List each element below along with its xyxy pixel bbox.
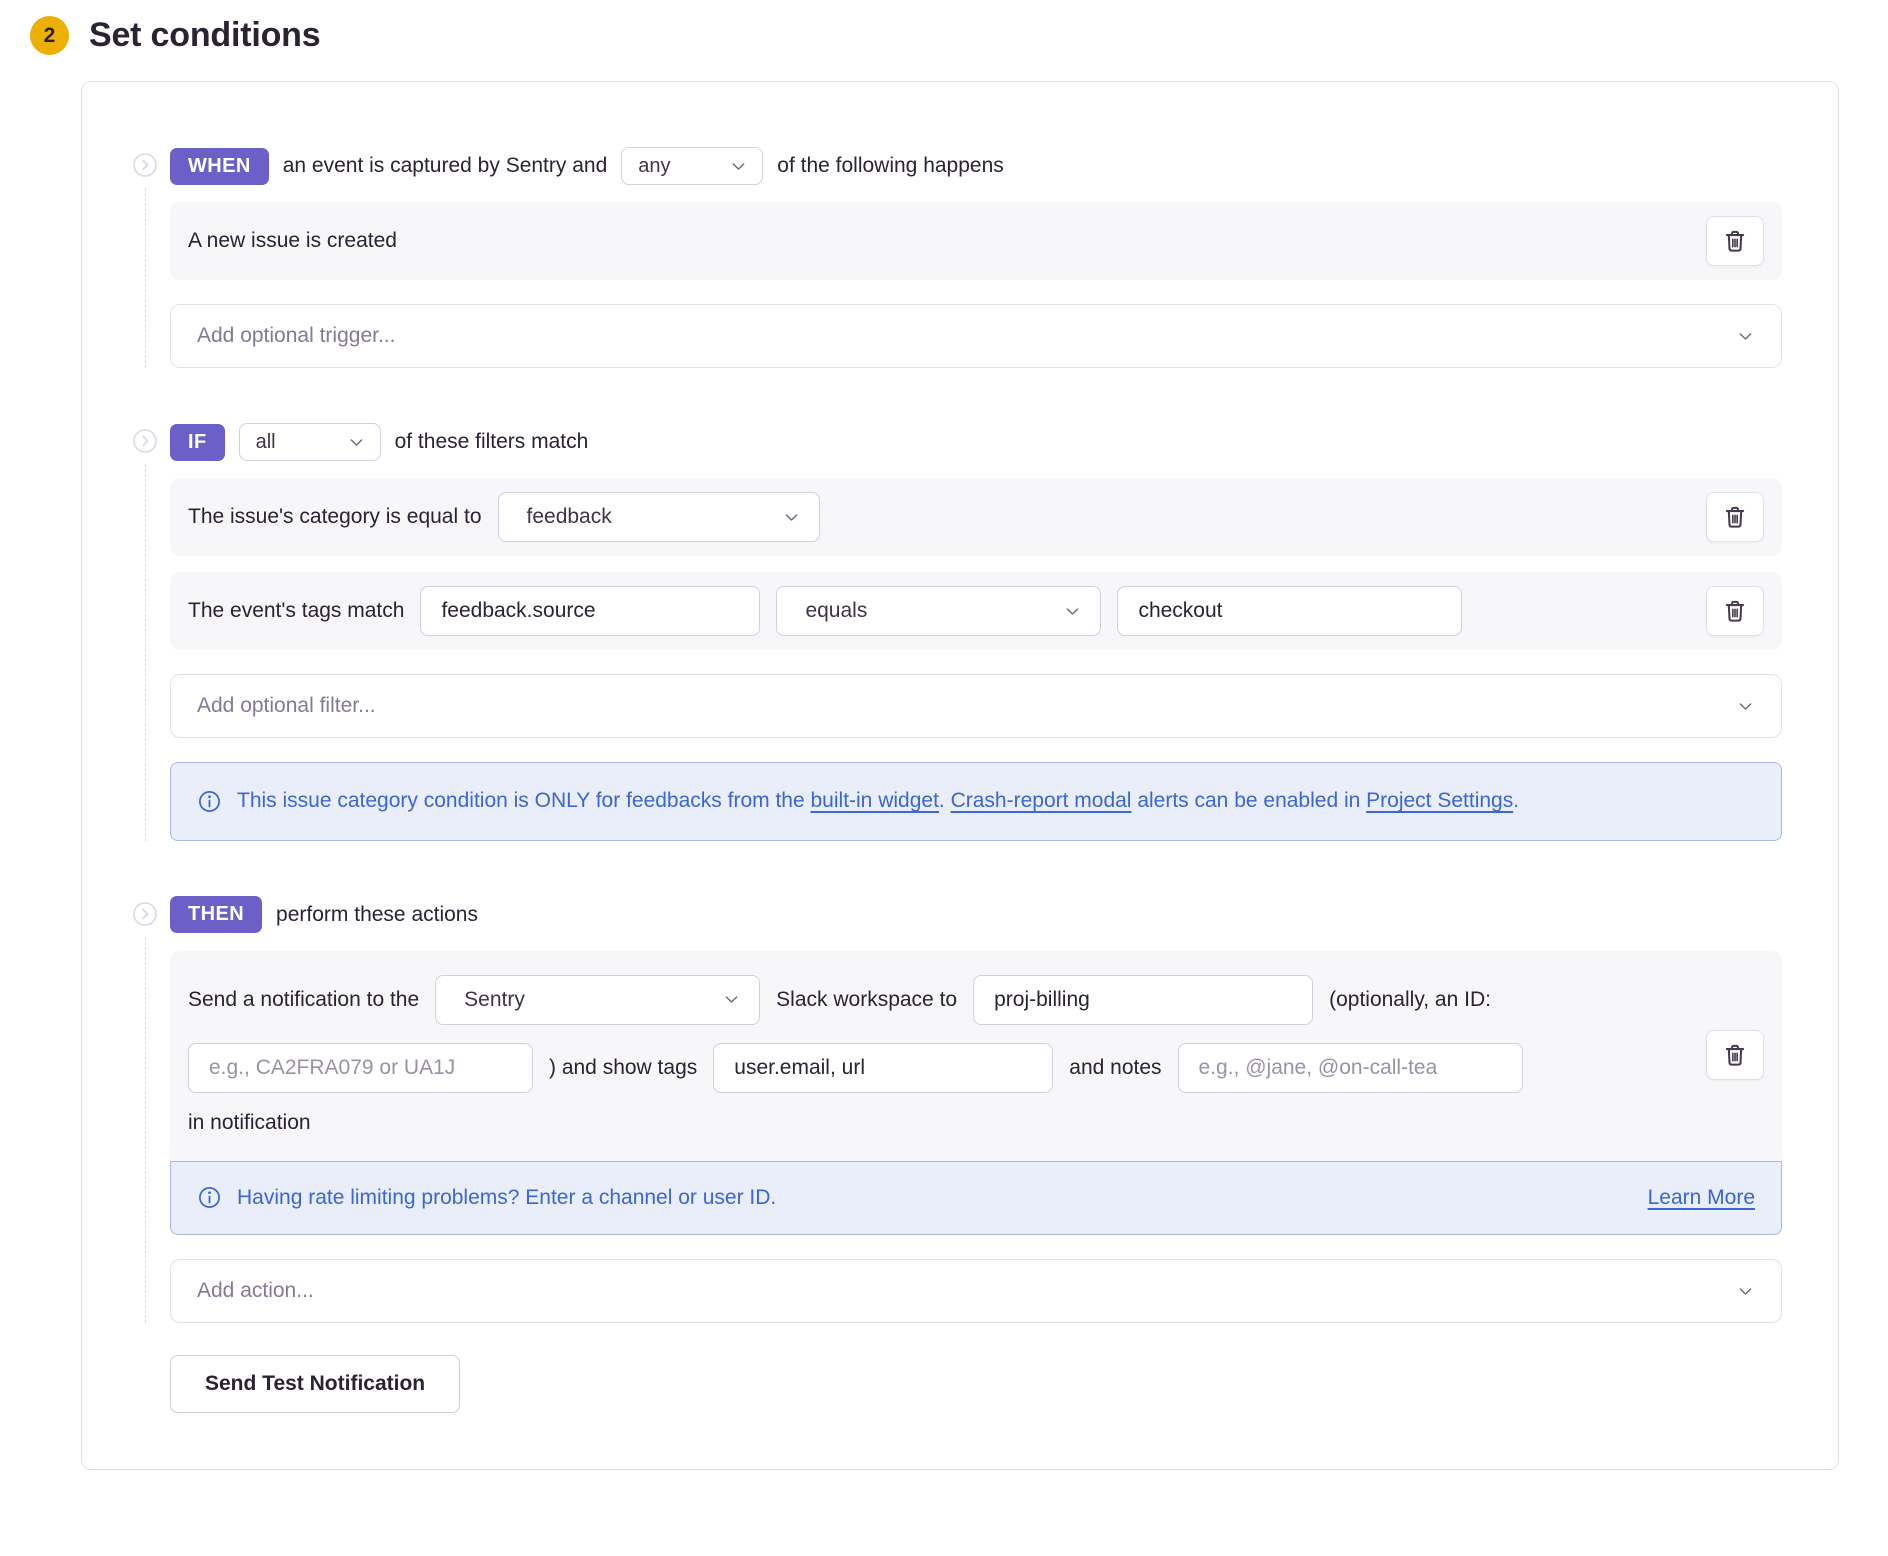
rate-limit-alert: Having rate limiting problems? Enter a c… xyxy=(170,1161,1782,1236)
notes-input[interactable] xyxy=(1178,1043,1523,1093)
rail-connector-line xyxy=(145,464,146,841)
action-text-1: Send a notification to the xyxy=(188,988,419,1012)
alert-text: . xyxy=(939,789,951,812)
add-action-select[interactable]: Add action... xyxy=(170,1259,1782,1323)
chevron-down-icon xyxy=(1063,602,1082,621)
if-rail xyxy=(132,422,158,841)
category-info-text: This issue category condition is ONLY fo… xyxy=(237,785,1519,818)
if-section: IF all of these filters match The issue'… xyxy=(132,422,1782,841)
action-text-3: (optionally, an ID: xyxy=(1329,988,1491,1012)
trash-icon xyxy=(1722,1042,1748,1068)
set-conditions-page: 2 Set conditions WHEN an event is captur… xyxy=(0,0,1888,1500)
if-label-suffix: of these filters match xyxy=(395,430,589,454)
trigger-condition-row: A new issue is created xyxy=(170,202,1782,280)
chevron-right-circle-icon xyxy=(132,901,158,927)
when-label-prefix: an event is captured by Sentry and xyxy=(283,154,608,178)
rate-limit-text: Having rate limiting problems? Enter a c… xyxy=(237,1182,776,1215)
chevron-down-icon xyxy=(729,157,748,176)
slack-action-fields: Send a notification to the Sentry Slack … xyxy=(188,975,1688,1135)
tags-to-show-input[interactable] xyxy=(713,1043,1053,1093)
rail-connector-line xyxy=(145,937,146,1324)
add-filter-placeholder: Add optional filter... xyxy=(197,694,376,718)
when-label-suffix: of the following happens xyxy=(777,154,1004,178)
rail-connector-line xyxy=(145,188,146,368)
filter-category-text: The issue's category is equal to xyxy=(188,505,482,529)
then-section: THEN perform these actions Send a notifi… xyxy=(132,895,1782,1324)
when-section: WHEN an event is captured by Sentry and … xyxy=(132,146,1782,368)
tag-value-input[interactable] xyxy=(1117,586,1462,636)
if-badge: IF xyxy=(170,424,225,461)
slack-action-row: Send a notification to the Sentry Slack … xyxy=(170,951,1782,1161)
chevron-down-icon xyxy=(1736,697,1755,716)
if-match-select[interactable]: all xyxy=(239,423,381,461)
channel-input[interactable] xyxy=(973,975,1313,1025)
learn-more-link[interactable]: Learn More xyxy=(1648,1182,1755,1215)
chevron-right-circle-icon xyxy=(132,428,158,454)
add-action-placeholder: Add action... xyxy=(197,1279,314,1303)
when-rail xyxy=(132,146,158,368)
filter-category-select[interactable]: feedback xyxy=(498,492,820,542)
delete-category-filter-button[interactable] xyxy=(1706,492,1764,542)
action-text-4: ) and show tags xyxy=(549,1056,697,1080)
action-text-2: Slack workspace to xyxy=(776,988,957,1012)
filter-row-category: The issue's category is equal to feedbac… xyxy=(170,478,1782,556)
tag-operator-value: equals xyxy=(805,599,867,623)
alert-text: . xyxy=(1513,789,1519,812)
when-badge: WHEN xyxy=(170,148,269,185)
trash-icon xyxy=(1722,504,1748,530)
step-number: 2 xyxy=(44,24,56,48)
crash-report-modal-link[interactable]: Crash-report modal xyxy=(951,789,1132,812)
workspace-select[interactable]: Sentry xyxy=(435,975,760,1025)
delete-trigger-button[interactable] xyxy=(1706,216,1764,266)
action-text-5: and notes xyxy=(1069,1056,1161,1080)
chevron-down-icon xyxy=(1736,1282,1755,1301)
tag-key-input[interactable] xyxy=(420,586,760,636)
chevron-down-icon xyxy=(722,990,741,1009)
then-label-suffix: perform these actions xyxy=(276,903,478,927)
add-trigger-placeholder: Add optional trigger... xyxy=(197,324,395,348)
if-label-row: IF all of these filters match xyxy=(170,422,1782,462)
filter-tags-text: The event's tags match xyxy=(188,599,404,623)
delete-action-button[interactable] xyxy=(1706,1030,1764,1080)
category-info-alert: This issue category condition is ONLY fo… xyxy=(170,762,1782,841)
delete-tags-filter-button[interactable] xyxy=(1706,586,1764,636)
page-title: Set conditions xyxy=(89,16,320,55)
tag-operator-select[interactable]: equals xyxy=(776,586,1101,636)
chevron-right-circle-icon xyxy=(132,152,158,178)
trigger-condition-text: A new issue is created xyxy=(188,229,397,253)
when-label-row: WHEN an event is captured by Sentry and … xyxy=(170,146,1782,186)
conditions-card: WHEN an event is captured by Sentry and … xyxy=(81,81,1839,1470)
project-settings-link[interactable]: Project Settings xyxy=(1366,789,1513,812)
when-frequency-select[interactable]: any xyxy=(621,147,763,185)
action-text-6: in notification xyxy=(188,1111,1688,1135)
chevron-down-icon xyxy=(1736,327,1755,346)
info-circle-icon xyxy=(197,1185,222,1210)
add-optional-trigger-select[interactable]: Add optional trigger... xyxy=(170,304,1782,368)
alert-text: alerts can be enabled in xyxy=(1131,789,1366,812)
info-circle-icon xyxy=(197,785,222,818)
then-badge: THEN xyxy=(170,896,262,933)
chevron-down-icon xyxy=(782,508,801,527)
chevron-down-icon xyxy=(347,433,366,452)
channel-id-input[interactable] xyxy=(188,1043,533,1093)
then-rail xyxy=(132,895,158,1324)
trash-icon xyxy=(1722,598,1748,624)
page-header: 2 Set conditions xyxy=(30,16,1888,55)
filter-category-value: feedback xyxy=(527,505,612,529)
send-test-notification-button[interactable]: Send Test Notification xyxy=(170,1355,460,1413)
add-optional-filter-select[interactable]: Add optional filter... xyxy=(170,674,1782,738)
filter-row-tags: The event's tags match equals xyxy=(170,572,1782,650)
then-label-row: THEN perform these actions xyxy=(170,895,1782,935)
built-in-widget-link[interactable]: built-in widget xyxy=(811,789,939,812)
if-match-value: all xyxy=(256,431,276,454)
alert-text: This issue category condition is ONLY fo… xyxy=(237,789,811,812)
trash-icon xyxy=(1722,228,1748,254)
workspace-value: Sentry xyxy=(464,988,525,1012)
when-frequency-value: any xyxy=(638,155,670,178)
step-number-badge: 2 xyxy=(30,16,69,55)
